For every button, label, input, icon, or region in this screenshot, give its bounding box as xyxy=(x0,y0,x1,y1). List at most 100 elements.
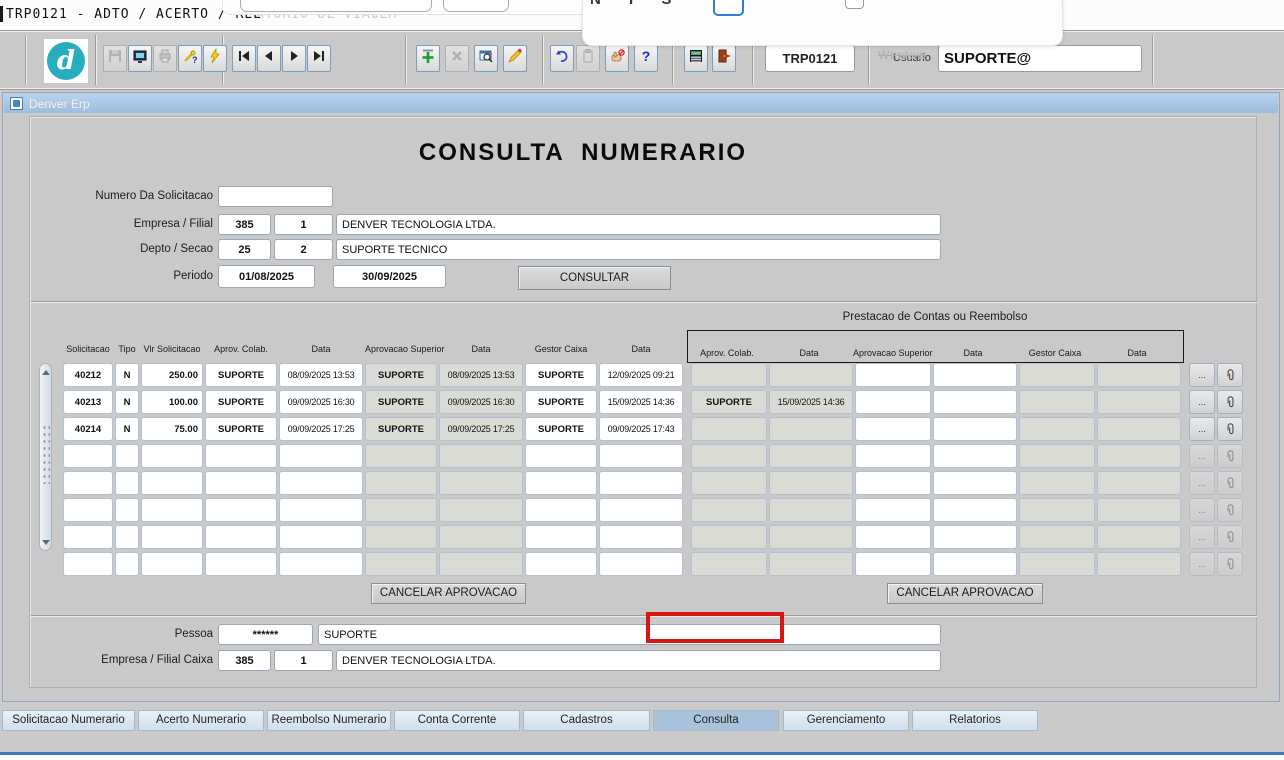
cell-data[interactable]: 08/09/2025 13:53 xyxy=(279,363,363,387)
add-record-button[interactable] xyxy=(416,45,440,72)
save-button[interactable] xyxy=(103,45,127,72)
scrollbar-up-button[interactable] xyxy=(40,366,51,378)
cell-vlr-solicitacao[interactable]: 250.00 xyxy=(141,363,203,387)
cell-tipo[interactable] xyxy=(115,444,139,468)
caixa-filial-field[interactable]: 1 xyxy=(274,650,333,671)
cell-p-data[interactable] xyxy=(933,417,1017,441)
cell-solicitacao[interactable]: 40214 xyxy=(63,417,113,441)
query-button[interactable] xyxy=(474,45,498,72)
overlay-input-2[interactable] xyxy=(443,0,509,12)
cell-p-aprovacao-superior[interactable] xyxy=(855,525,931,549)
cell-vlr-solicitacao[interactable]: 75.00 xyxy=(141,417,203,441)
cell-gestor-caixa[interactable] xyxy=(525,552,597,576)
new-window-button[interactable]: New xyxy=(684,45,708,72)
tab-relatorios[interactable]: Relatorios xyxy=(912,710,1038,731)
cell-data[interactable] xyxy=(599,552,683,576)
cell-p-data[interactable] xyxy=(933,552,1017,576)
numero-input[interactable] xyxy=(218,186,333,207)
cell-data[interactable] xyxy=(599,498,683,522)
cell-gestor-caixa[interactable] xyxy=(525,471,597,495)
depto-name-field[interactable]: SUPORTE TECNICO xyxy=(336,239,941,260)
tab-solicitacao-numerario[interactable]: Solicitacao Numerario xyxy=(2,710,135,731)
cell-aprov-colab[interactable] xyxy=(205,525,277,549)
cell-solicitacao[interactable] xyxy=(63,498,113,522)
print-button[interactable] xyxy=(153,45,177,72)
row-attachment-button[interactable] xyxy=(1217,417,1243,441)
cell-gestor-caixa[interactable]: SUPORTE xyxy=(525,363,597,387)
cell-p-aprovacao-superior[interactable] xyxy=(855,363,931,387)
cell-tipo[interactable] xyxy=(115,525,139,549)
cell-aprov-colab[interactable]: SUPORTE xyxy=(205,390,277,414)
user-field[interactable]: SUPORTE@ xyxy=(938,45,1142,72)
help-button[interactable]: ? xyxy=(634,45,658,72)
cell-tipo[interactable]: N xyxy=(115,417,139,441)
cell-gestor-caixa[interactable]: SUPORTE xyxy=(525,390,597,414)
lightning-wand-button[interactable] xyxy=(203,45,227,72)
cell-aprov-colab[interactable]: SUPORTE xyxy=(205,417,277,441)
cell-data[interactable]: 15/09/2025 14:36 xyxy=(599,390,683,414)
cell-p-data[interactable] xyxy=(933,525,1017,549)
cell-p-data[interactable] xyxy=(933,498,1017,522)
cell-aprov-colab[interactable] xyxy=(205,471,277,495)
row-more-button[interactable]: ... xyxy=(1189,417,1215,441)
cell-p-data[interactable] xyxy=(933,471,1017,495)
cell-data[interactable] xyxy=(279,552,363,576)
row-attachment-button[interactable] xyxy=(1217,390,1243,414)
cell-solicitacao[interactable] xyxy=(63,444,113,468)
cell-vlr-solicitacao[interactable] xyxy=(141,471,203,495)
empresa-filial-field[interactable]: 1 xyxy=(274,214,333,235)
cell-data[interactable]: 12/09/2025 09:21 xyxy=(599,363,683,387)
empresa-code-field[interactable]: 385 xyxy=(218,214,271,235)
cell-solicitacao[interactable]: 40213 xyxy=(63,390,113,414)
cell-aprov-colab[interactable]: SUPORTE xyxy=(205,363,277,387)
cell-solicitacao[interactable] xyxy=(63,471,113,495)
cell-p-aprovacao-superior[interactable] xyxy=(855,444,931,468)
overlay-checkbox-selected[interactable] xyxy=(713,0,744,16)
nav-first-button[interactable] xyxy=(232,45,256,72)
nav-next-button[interactable] xyxy=(282,45,306,72)
periodo-from-field[interactable]: 01/08/2025 xyxy=(218,265,315,288)
cell-vlr-solicitacao[interactable] xyxy=(141,498,203,522)
scrollbar-down-button[interactable] xyxy=(40,536,51,548)
consultar-button[interactable]: CONSULTAR xyxy=(518,266,671,290)
cell-vlr-solicitacao[interactable]: 100.00 xyxy=(141,390,203,414)
cell-vlr-solicitacao[interactable] xyxy=(141,552,203,576)
row-attachment-button[interactable] xyxy=(1217,363,1243,387)
caixa-code-field[interactable]: 385 xyxy=(218,650,271,671)
hand-block-button[interactable] xyxy=(605,45,629,72)
delete-record-button[interactable] xyxy=(445,45,469,72)
clipboard-button[interactable] xyxy=(576,45,600,72)
tab-cadastros[interactable]: Cadastros xyxy=(523,710,650,731)
cell-tipo[interactable]: N xyxy=(115,390,139,414)
overlay-input-1[interactable] xyxy=(240,0,432,12)
tab-conta-corrente[interactable]: Conta Corrente xyxy=(394,710,520,731)
cancel-approval-left-button[interactable]: CANCELAR APROVACAO xyxy=(371,583,526,604)
cell-p-data[interactable] xyxy=(933,363,1017,387)
row-more-button[interactable]: ... xyxy=(1189,390,1215,414)
grid-scrollbar[interactable] xyxy=(39,363,52,551)
row-more-button[interactable]: ... xyxy=(1189,363,1215,387)
cell-aprov-colab[interactable] xyxy=(205,498,277,522)
cell-data[interactable] xyxy=(599,444,683,468)
cell-p-aprovacao-superior[interactable] xyxy=(855,471,931,495)
cell-p-aprovacao-superior[interactable] xyxy=(855,390,931,414)
overlay-checkbox[interactable] xyxy=(845,0,864,9)
cell-gestor-caixa[interactable] xyxy=(525,498,597,522)
cell-tipo[interactable] xyxy=(115,471,139,495)
tab-acerto-numerario[interactable]: Acerto Numerario xyxy=(138,710,264,731)
cell-tipo[interactable] xyxy=(115,552,139,576)
cell-data[interactable]: 09/09/2025 17:43 xyxy=(599,417,683,441)
cell-data[interactable] xyxy=(279,498,363,522)
screen-button[interactable] xyxy=(128,45,152,72)
periodo-to-field[interactable]: 30/09/2025 xyxy=(333,265,446,288)
cell-vlr-solicitacao[interactable] xyxy=(141,444,203,468)
cell-p-data[interactable] xyxy=(933,444,1017,468)
cell-tipo[interactable]: N xyxy=(115,363,139,387)
pessoa-name-field[interactable]: SUPORTE xyxy=(318,624,941,645)
tab-consulta[interactable]: Consulta xyxy=(653,710,779,731)
cell-data[interactable] xyxy=(599,525,683,549)
cell-gestor-caixa[interactable]: SUPORTE xyxy=(525,417,597,441)
cell-gestor-caixa[interactable] xyxy=(525,525,597,549)
cell-p-aprovacao-superior[interactable] xyxy=(855,498,931,522)
cancel-approval-right-button[interactable]: CANCELAR APROVACAO xyxy=(887,583,1043,604)
